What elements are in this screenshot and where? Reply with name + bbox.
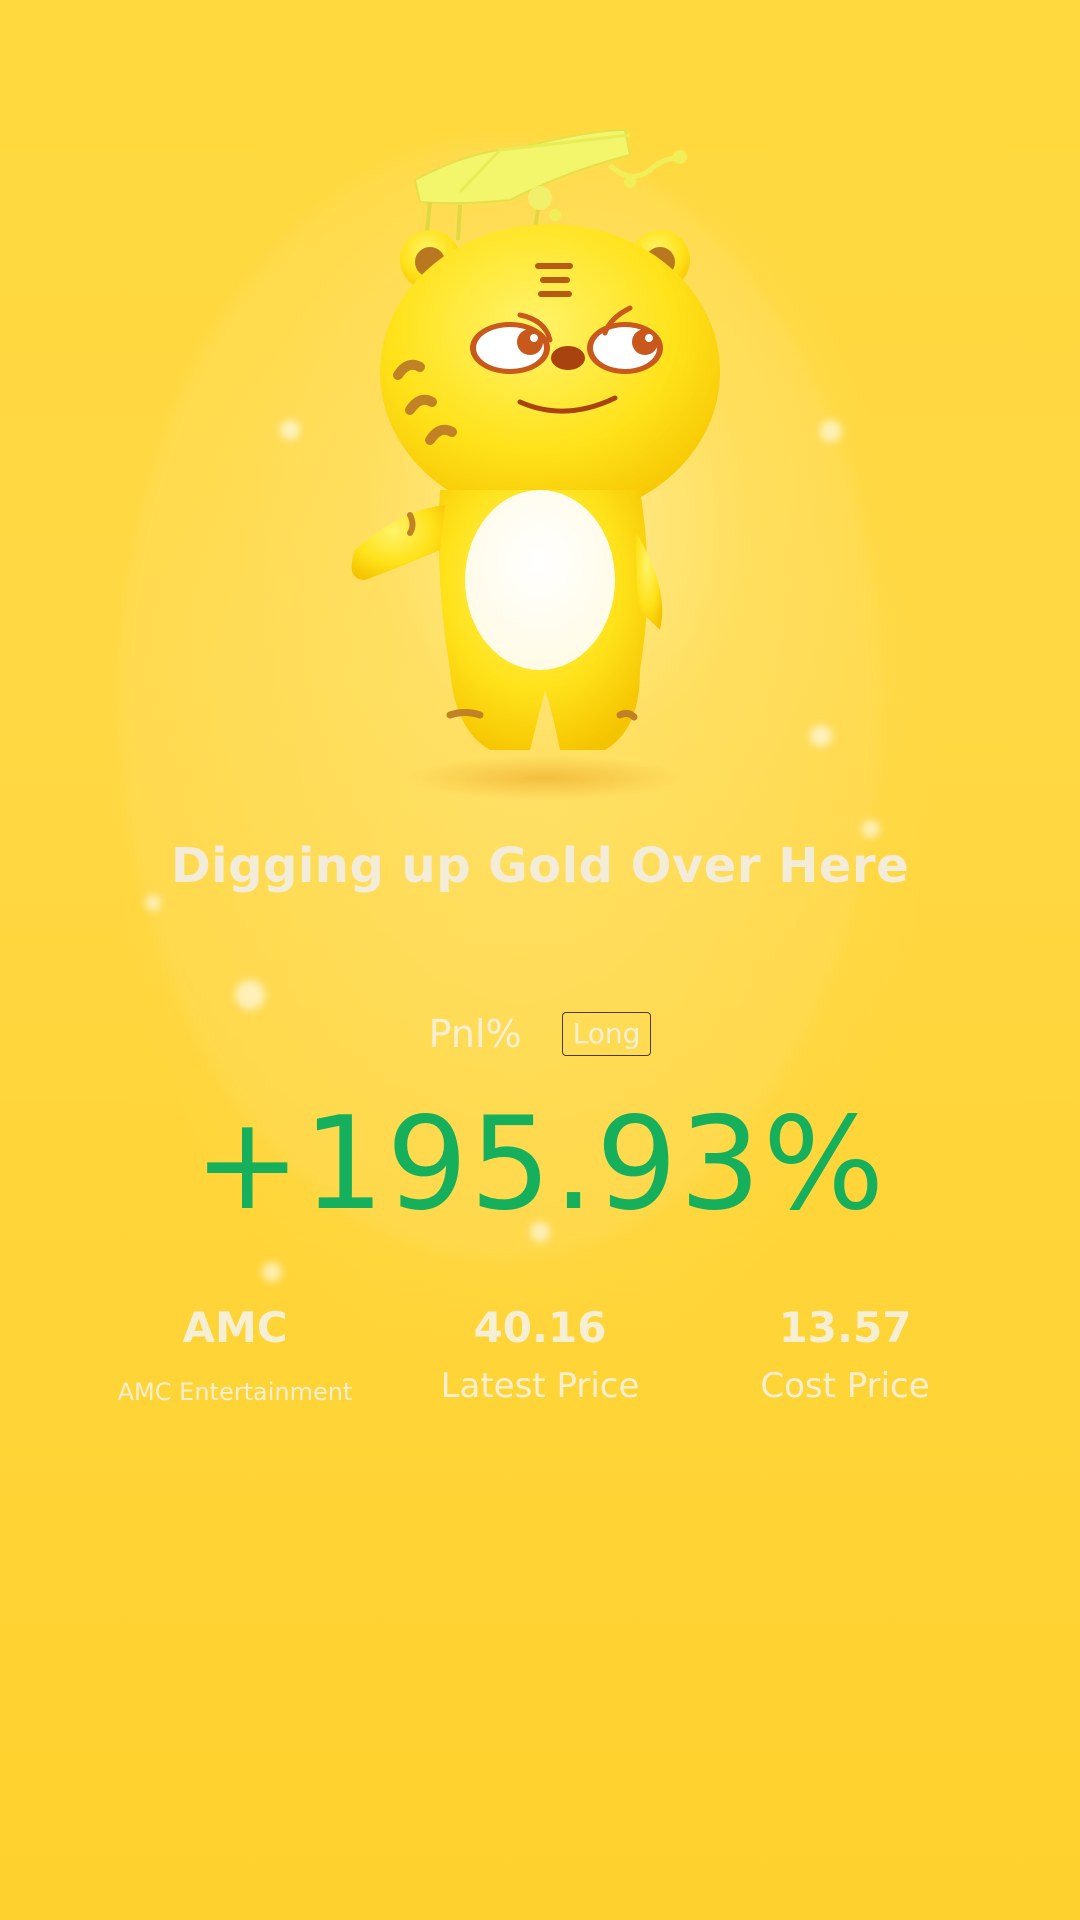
position-direction-badge: Long — [561, 1012, 652, 1056]
pnl-label: Pnl% — [428, 1012, 522, 1056]
stat-ticker: AMC AMC Entertainment — [75, 1300, 395, 1414]
sparkle-decoration — [262, 1262, 282, 1282]
sparkle-decoration — [820, 420, 842, 442]
ticker-symbol: AMC — [182, 1303, 288, 1352]
page-headline: Digging up Gold Over Here — [170, 838, 910, 894]
cost-price-label: Cost Price — [760, 1366, 930, 1406]
latest-price-label: Latest Price — [440, 1366, 640, 1406]
latest-price-value: 40.16 — [473, 1303, 607, 1352]
sparkle-decoration — [810, 725, 832, 747]
sparkle-decoration — [862, 820, 880, 838]
sparkle-decoration — [235, 980, 265, 1010]
company-name: AMC Entertainment — [117, 1378, 353, 1406]
cost-price-value: 13.57 — [778, 1303, 912, 1352]
stat-latest-price: 40.16 Latest Price — [380, 1300, 700, 1408]
sparkle-decoration — [145, 895, 161, 911]
pnl-header: Pnl% Long — [0, 1010, 1080, 1058]
tiger-mascot-icon — [330, 110, 750, 810]
stat-cost-price: 13.57 Cost Price — [685, 1300, 1005, 1408]
pnl-percentage-value: +195.93% — [193, 1090, 887, 1239]
sparkle-decoration — [280, 420, 300, 440]
position-stats: AMC AMC Entertainment 40.16 Latest Price… — [0, 1300, 1080, 1440]
